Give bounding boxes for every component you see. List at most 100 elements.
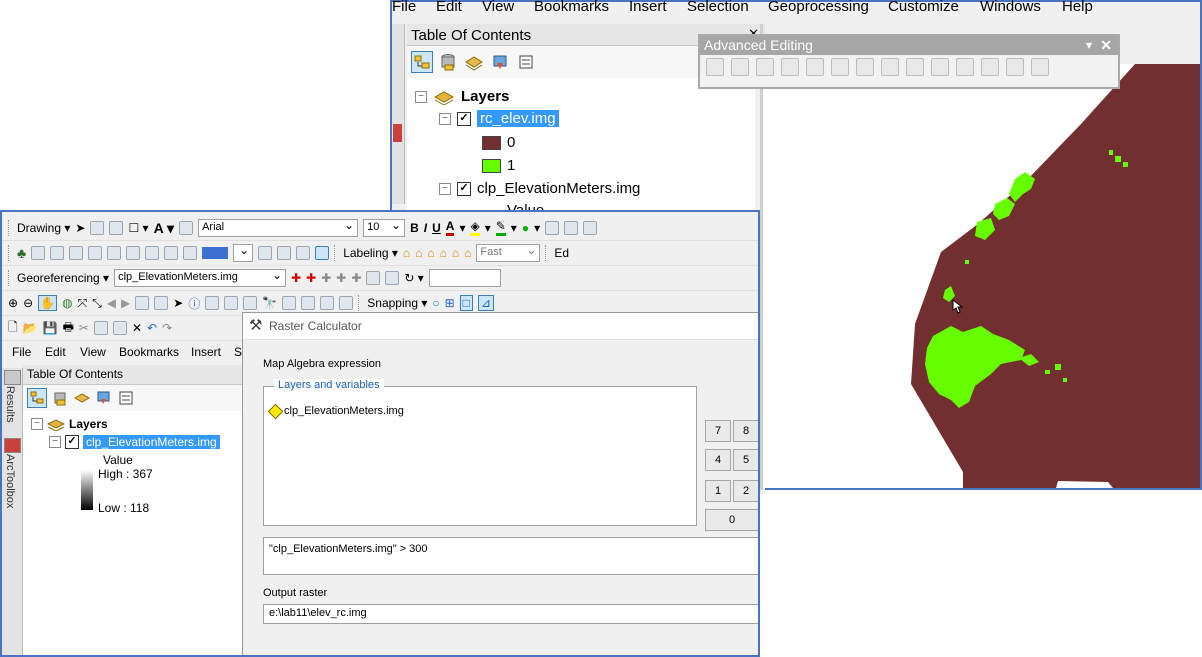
layer-list-item[interactable]: clp_ElevationMeters.img [267,403,404,419]
tool-icon[interactable] [258,246,273,260]
tool-icon[interactable] [126,246,141,260]
list-by-drawing-order-icon[interactable] [411,51,433,73]
copy-icon[interactable] [93,321,108,335]
redo-icon[interactable]: ↷ [162,321,172,335]
tool-icon[interactable] [50,246,65,260]
toolbar-grip[interactable] [8,270,12,286]
tool-icon[interactable] [31,246,46,260]
rotate-icon[interactable] [906,58,924,76]
fillet-icon[interactable] [731,58,749,76]
print-icon[interactable]: 🖶 [63,318,74,339]
list-by-selection-icon[interactable] [489,51,511,73]
menu-view[interactable]: View [482,0,514,15]
list-by-drawing-order-icon[interactable] [27,388,47,408]
vertex-snapping-icon[interactable]: □ [459,295,473,311]
extend-icon[interactable] [756,58,774,76]
advanced-editing-titlebar[interactable]: Advanced Editing ▾ ✕ [700,36,1118,55]
layer-clp-elevation[interactable]: − ✓ clp_ElevationMeters.img [439,180,640,197]
label-speed-dropdown[interactable]: Fast [476,243,541,262]
list-by-selection-icon[interactable] [95,387,113,409]
menu-edit[interactable]: Edit [45,345,66,359]
select-features-icon[interactable] [135,296,150,310]
georeferencing-menu[interactable]: Georeferencing ▾ [17,271,109,285]
menu-file[interactable]: File [12,345,31,359]
collapse-icon[interactable]: − [439,182,451,195]
menu-edit[interactable]: Edit [436,0,462,15]
key-8-button[interactable]: 8 [733,420,758,442]
line-color-icon[interactable]: ✎ [495,220,506,236]
font-size-dropdown[interactable]: 10 [363,218,406,237]
list-by-source-icon[interactable] [51,387,69,409]
toc-options-icon[interactable] [117,387,135,409]
tool-icon[interactable] [69,246,84,260]
save-icon[interactable]: 💾 [43,321,58,335]
menu-insert[interactable]: Insert [629,0,667,15]
reset-rotation-icon[interactable]: ↻ ▾ [404,271,423,285]
buffer-icon[interactable] [1031,58,1049,76]
toolbar-grip[interactable] [8,245,12,261]
key-0-button[interactable]: 0 [705,509,758,531]
chevron-down-icon[interactable]: ▾ [511,221,517,235]
font-name-dropdown[interactable]: Arial [198,218,359,237]
collapse-icon[interactable]: − [439,112,451,125]
auto-registration-icon[interactable]: ✚ [306,271,316,285]
layer-visibility-checkbox[interactable]: ✓ [457,111,471,126]
tree-icon[interactable]: ♣ [17,245,26,261]
align-icon[interactable] [583,221,598,235]
layers-group[interactable]: − Layers [31,417,108,431]
viewer-window-icon[interactable] [339,296,354,310]
chevron-down-icon[interactable]: ▾ [534,221,540,235]
list-by-source-icon[interactable] [437,51,459,73]
new-document-icon[interactable]: 🗋 [8,318,18,339]
drawing-menu[interactable]: Drawing ▾ [17,221,70,235]
delete-icon[interactable]: ✕ [132,321,142,335]
menu-help[interactable]: Help [1062,0,1093,15]
go-to-xy-icon[interactable] [301,296,316,310]
line-intersection-icon[interactable] [806,58,824,76]
shift-icon[interactable]: ✚ [336,271,346,285]
color-ramp-icon[interactable] [202,247,229,259]
fixed-zoom-in-icon[interactable]: ⤧ [78,296,88,311]
viewer-icon[interactable] [385,271,400,285]
undo-icon[interactable]: ↶ [147,321,157,335]
menu-bookmarks[interactable]: Bookmarks [534,0,609,15]
scale-icon[interactable]: ✚ [351,271,361,285]
find-route-icon[interactable] [282,296,297,310]
italic-button[interactable]: I [424,221,427,235]
layer-visibility-checkbox[interactable]: ✓ [65,435,79,449]
bold-button[interactable]: B [410,221,419,235]
key-7-button[interactable]: 7 [705,420,731,442]
toolbar-grip[interactable] [8,220,12,236]
add-control-points-icon[interactable]: ✚ [291,271,301,285]
identify-icon[interactable]: ⓘ [188,295,200,312]
menu-view[interactable]: View [80,345,106,359]
tool-icon[interactable] [164,246,179,260]
layer-rc-elev-name[interactable]: rc_elev.img [477,110,559,127]
key-5-button[interactable]: 5 [733,449,758,471]
menu-geoprocessing[interactable]: Geoprocessing [768,0,869,15]
key-1-button[interactable]: 1 [705,480,731,502]
toolbar-grip[interactable] [334,245,338,261]
hyperlink-icon[interactable] [205,296,220,310]
edge-snapping-icon[interactable]: ⊿ [477,295,494,311]
layer-visibility-checkbox[interactable]: ✓ [457,181,471,196]
rotation-input[interactable] [428,269,501,287]
time-slider-icon[interactable] [320,296,335,310]
raster-calculator-titlebar[interactable]: ⚒ Raster Calculator [243,313,758,340]
construct-features-icon[interactable] [956,58,974,76]
align-edge-icon[interactable] [931,58,949,76]
toc-options-icon[interactable] [515,51,537,73]
expression-input[interactable]: "clp_ElevationMeters.img" > 300 [263,537,758,575]
measure-icon[interactable] [243,296,258,310]
back-extent-icon[interactable]: ◀ [107,296,116,310]
tool-icon[interactable] [277,246,292,260]
toolbar-grip[interactable] [545,245,549,261]
pan-hand-icon[interactable]: ✋ [38,295,58,311]
end-snapping-icon[interactable]: ⊞ [445,296,455,310]
copy-features-icon[interactable] [706,58,724,76]
ramp-dropdown[interactable] [233,243,254,262]
clear-selection-icon[interactable] [154,296,169,310]
menu-customize[interactable]: Customize [888,0,959,15]
collapse-icon[interactable]: − [31,418,43,430]
close-icon[interactable]: ✕ [1100,36,1112,55]
